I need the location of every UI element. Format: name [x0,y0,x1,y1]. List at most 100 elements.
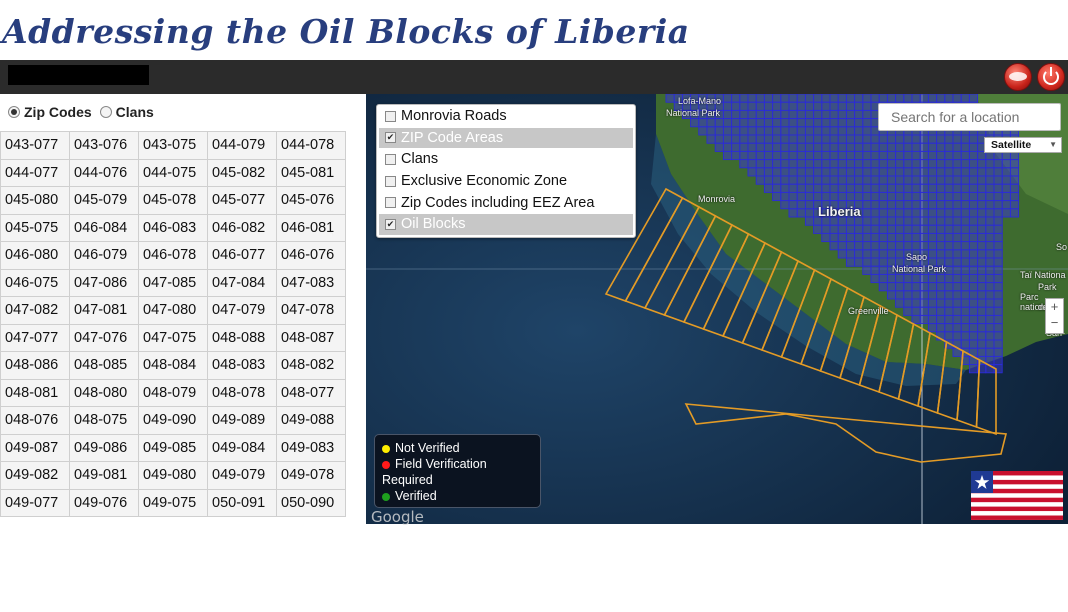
table-row[interactable]: 049-077 049-076 049-075 050-091 050-090 [0,488,346,517]
zip-code-cell[interactable]: 044-077 [0,158,70,187]
location-search-input[interactable] [878,103,1061,131]
zip-code-cell[interactable]: 046-083 [138,213,208,242]
zip-code-cell[interactable]: 048-085 [69,351,139,380]
zip-code-cell[interactable]: 045-080 [0,186,70,215]
zip-code-cell[interactable]: 048-084 [138,351,208,380]
layer-checkbox[interactable]: ✔ [385,132,396,144]
table-row[interactable]: 045-075 046-084 046-083 046-082 046-081 [0,213,346,242]
layer-item[interactable]: Zip Codes including EEZ Area [379,192,633,213]
zip-code-cell[interactable]: 050-090 [276,488,346,517]
zip-code-cell[interactable]: 045-077 [207,186,277,215]
layer-checkbox[interactable] [385,153,396,165]
table-row[interactable]: 046-080 046-079 046-078 046-077 046-076 [0,241,346,270]
zip-code-cell[interactable]: 046-076 [276,241,346,270]
zip-code-cell[interactable]: 045-076 [276,186,346,215]
table-row[interactable]: 048-076 048-075 049-090 049-089 049-088 [0,406,346,435]
zip-code-cell[interactable]: 044-076 [69,158,139,187]
zip-code-cell[interactable]: 049-082 [0,461,70,490]
zip-code-cell[interactable]: 049-075 [138,488,208,517]
zip-code-cell[interactable]: 046-082 [207,213,277,242]
zip-code-cell[interactable]: 045-081 [276,158,346,187]
layer-item[interactable]: ✔ ZIP Code Areas [379,127,633,149]
zip-code-cell[interactable]: 047-076 [69,323,139,352]
zip-code-cell[interactable]: 049-084 [207,433,277,462]
table-row[interactable]: 048-081 048-080 048-079 048-078 048-077 [0,378,346,407]
zip-code-cell[interactable]: 044-078 [276,131,346,160]
zip-code-cell[interactable]: 049-080 [138,461,208,490]
layer-checkbox[interactable] [385,197,396,209]
zip-code-cell[interactable]: 047-078 [276,296,346,325]
zip-code-cell[interactable]: 043-075 [138,131,208,160]
zip-code-cell[interactable]: 044-079 [207,131,277,160]
zip-code-cell[interactable]: 045-082 [207,158,277,187]
zip-code-cell[interactable]: 049-089 [207,406,277,435]
zip-code-cell[interactable]: 048-087 [276,323,346,352]
layer-checkbox[interactable]: ✔ [385,218,396,230]
zip-code-cell[interactable]: 049-083 [276,433,346,462]
table-row[interactable]: 045-080 045-079 045-078 045-077 045-076 [0,186,346,215]
layer-item[interactable]: Exclusive Economic Zone [379,171,633,192]
zip-code-cell[interactable]: 047-079 [207,296,277,325]
zip-code-cell[interactable]: 048-082 [276,351,346,380]
zip-code-cell[interactable]: 045-078 [138,186,208,215]
zip-code-cell[interactable]: 048-081 [0,378,70,407]
zip-code-cell[interactable]: 043-076 [69,131,139,160]
zip-code-cell[interactable]: 047-085 [138,268,208,297]
layer-item[interactable]: Monrovia Roads [379,106,633,127]
zip-code-cell[interactable]: 048-083 [207,351,277,380]
table-row[interactable]: 047-077 047-076 047-075 048-088 048-087 [0,323,346,352]
zip-code-cell[interactable]: 043-077 [0,131,70,160]
zip-code-cell[interactable]: 049-086 [69,433,139,462]
zip-code-cell[interactable]: 047-083 [276,268,346,297]
zip-code-cell[interactable]: 048-078 [207,378,277,407]
zip-code-cell[interactable]: 049-079 [207,461,277,490]
layer-item[interactable]: Clans [379,149,633,170]
zoom-out-button[interactable]: − [1046,315,1063,331]
zip-code-cell[interactable]: 047-086 [69,268,139,297]
zip-code-cell[interactable]: 046-079 [69,241,139,270]
zip-code-cell[interactable]: 049-087 [0,433,70,462]
layer-item[interactable]: ✔ Oil Blocks [379,213,633,235]
zip-code-cell[interactable]: 048-086 [0,351,70,380]
zip-code-cell[interactable]: 047-082 [0,296,70,325]
zip-code-cell[interactable]: 049-078 [276,461,346,490]
zip-code-cell[interactable]: 048-077 [276,378,346,407]
zip-code-cell[interactable]: 046-077 [207,241,277,270]
power-button[interactable] [1037,63,1065,91]
zip-code-cell[interactable]: 044-075 [138,158,208,187]
layer-checkbox[interactable] [385,110,396,122]
radio-button[interactable] [8,106,20,118]
zip-code-cell[interactable]: 045-075 [0,213,70,242]
zip-code-cell[interactable]: 048-076 [0,406,70,435]
table-row[interactable]: 049-087 049-086 049-085 049-084 049-083 [0,433,346,462]
table-row[interactable]: 048-086 048-085 048-084 048-083 048-082 [0,351,346,380]
zip-code-cell[interactable]: 047-081 [69,296,139,325]
radio-button[interactable] [99,106,112,118]
zip-code-cell[interactable]: 045-079 [69,186,139,215]
zip-code-cell[interactable]: 046-078 [138,241,208,270]
table-row[interactable]: 049-082 049-081 049-080 049-079 049-078 [0,461,346,490]
zip-code-cell[interactable]: 049-076 [69,488,139,517]
zip-code-cell[interactable]: 049-077 [0,488,70,517]
zip-code-cell[interactable]: 046-081 [276,213,346,242]
radio-clans[interactable]: Clans [99,104,154,120]
zip-code-cell[interactable]: 047-075 [138,323,208,352]
zip-code-cell[interactable]: 048-080 [69,378,139,407]
zip-code-cell[interactable]: 049-085 [138,433,208,462]
zoom-in-button[interactable]: + [1046,299,1063,315]
zip-code-cell[interactable]: 046-084 [69,213,139,242]
map-type-select[interactable]: Satellite ▼ [984,137,1062,153]
zip-code-cell[interactable]: 049-090 [138,406,208,435]
table-row[interactable]: 043-077 043-076 043-075 044-079 044-078 [0,131,346,160]
zip-code-cell[interactable]: 050-091 [207,488,277,517]
zip-code-cell[interactable]: 047-077 [0,323,70,352]
table-row[interactable]: 044-077 044-076 044-075 045-082 045-081 [0,158,346,187]
zip-code-cell[interactable]: 047-080 [138,296,208,325]
radio-zip-codes[interactable]: Zip Codes [8,104,92,120]
table-row[interactable]: 047-082 047-081 047-080 047-079 047-078 [0,296,346,325]
layer-checkbox[interactable] [385,175,396,187]
zip-code-cell[interactable]: 048-075 [69,406,139,435]
submarine-button[interactable] [1004,63,1032,91]
zip-code-cell[interactable]: 046-080 [0,241,70,270]
zip-code-cell[interactable]: 048-079 [138,378,208,407]
